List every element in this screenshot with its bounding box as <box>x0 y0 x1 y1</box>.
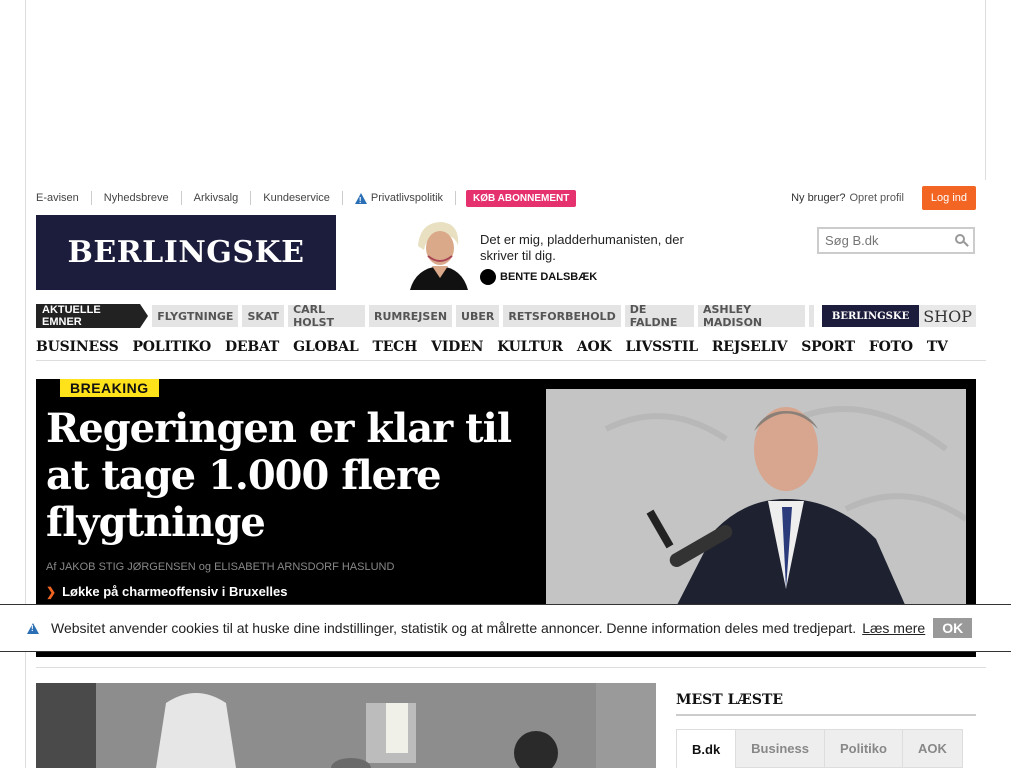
nav-business[interactable]: BUSINESS <box>36 339 119 355</box>
search-box <box>817 227 975 254</box>
columnist-photo <box>402 216 474 290</box>
link-e-avisen[interactable]: E-avisen <box>36 191 92 205</box>
section-divider <box>36 667 986 668</box>
most-read-panel: MEST LÆSTE <box>676 692 976 716</box>
nav-tv[interactable]: TV <box>927 339 948 355</box>
nav-tech[interactable]: TECH <box>372 339 417 355</box>
shop-brand: BERLINGSKE <box>821 305 920 327</box>
columnist-badge-icon <box>480 269 496 285</box>
search-icon[interactable] <box>955 234 965 244</box>
ad-space <box>0 0 1024 768</box>
hero-headline[interactable]: Regeringen er klar til at tage 1.000 fle… <box>46 405 536 546</box>
columnist-byline: BENTE DALSBÆK <box>480 269 597 285</box>
most-read-tabs: B.dk Business Politiko AOK <box>676 729 963 768</box>
nav-debat[interactable]: DEBAT <box>225 339 279 355</box>
new-user-label: Ny bruger? <box>791 192 846 204</box>
berlingske-logo[interactable]: BERLINGSKE <box>36 215 336 290</box>
columnist-quote: Det er mig, pladderhumanisten, der skriv… <box>480 232 684 263</box>
tab-aok[interactable]: AOK <box>901 729 963 768</box>
nav-politiko[interactable]: POLITIKO <box>132 339 211 355</box>
nav-viden[interactable]: VIDEN <box>431 339 483 355</box>
privacy-label: Privatlivspolitik <box>370 192 444 204</box>
link-nyhedsbreve[interactable]: Nyhedsbreve <box>92 191 182 205</box>
shop-label: SHOP <box>919 305 976 327</box>
tab-politiko[interactable]: Politiko <box>823 729 902 768</box>
subscribe-button[interactable]: KØB ABONNEMENT <box>466 189 577 207</box>
nav-global[interactable]: GLOBAL <box>293 339 359 355</box>
columnist-name: BENTE DALSBÆK <box>500 271 598 283</box>
link-kundeservice[interactable]: Kundeservice <box>251 191 343 205</box>
user-area: Ny bruger? Opret profil Log ind <box>791 186 976 210</box>
most-read-title: MEST LÆSTE <box>676 692 976 716</box>
nav-sport[interactable]: SPORT <box>801 339 855 355</box>
nav-livsstil[interactable]: LIVSSTIL <box>625 339 698 355</box>
topic-uber[interactable]: UBER <box>456 305 500 327</box>
chevron-right-icon: ❯ <box>46 584 57 599</box>
sections-nav: BUSINESS POLITIKO DEBAT GLOBAL TECH VIDE… <box>36 333 986 361</box>
hero-related-label: Løkke på charmeoffensiv i Bruxelles <box>62 584 288 599</box>
topic-ashley-madison[interactable]: ASHLEY MADISON <box>697 303 805 329</box>
nav-rejseliv[interactable]: REJSELIV <box>712 339 788 355</box>
hero-photo[interactable] <box>546 389 966 607</box>
cookie-read-more-link[interactable]: Læs mere <box>862 620 925 636</box>
info-warning-icon <box>27 622 39 634</box>
topic-carl-holst[interactable]: CARL HOLST <box>288 303 365 329</box>
tab-bdk[interactable]: B.dk <box>676 729 736 768</box>
search-input[interactable] <box>819 229 944 252</box>
topic-rumrejsen[interactable]: RUMREJSEN <box>368 305 453 327</box>
topic-skat[interactable]: SKAT <box>242 305 285 327</box>
topic-de-faldne[interactable]: DE FALDNE <box>624 303 694 329</box>
columnist-promo[interactable]: Det er mig, pladderhumanisten, der skriv… <box>402 214 702 292</box>
topic-retsforbehold[interactable]: RETSFORBEHOLD <box>503 305 621 327</box>
feature-article-photo[interactable] <box>36 683 656 768</box>
link-privacy[interactable]: Privatlivspolitik <box>343 191 457 208</box>
nav-foto[interactable]: FOTO <box>869 339 913 355</box>
create-profile-link[interactable]: Opret profil <box>849 192 903 204</box>
topics-label: AKTUELLE EMNER <box>36 304 149 328</box>
login-button[interactable]: Log ind <box>921 186 976 210</box>
topics-bar: AKTUELLE EMNER FLYGTNINGE SKAT CARL HOLS… <box>36 303 976 329</box>
nav-aok[interactable]: AOK <box>577 339 612 355</box>
tab-business[interactable]: Business <box>735 729 824 768</box>
link-arkivsalg[interactable]: Arkivsalg <box>182 191 252 205</box>
topic-flygtninge[interactable]: FLYGTNINGE <box>152 305 239 327</box>
warning-icon <box>354 192 367 208</box>
nav-kultur[interactable]: KULTUR <box>497 339 563 355</box>
cookie-text: Websitet anvender cookies til at huske d… <box>51 620 857 636</box>
page-border-left <box>25 0 26 768</box>
page-border-right <box>985 0 986 180</box>
hero-related-link[interactable]: ❯ Løkke på charmeoffensiv i Bruxelles <box>46 584 288 599</box>
utility-bar: E-avisen Nyhedsbreve Arkivsalg Kundeserv… <box>36 186 976 210</box>
topics-separator <box>808 305 814 327</box>
cookie-banner: Websitet anvender cookies til at huske d… <box>0 604 1011 652</box>
cookie-ok-button[interactable]: OK <box>933 618 973 638</box>
shop-link[interactable]: BERLINGSKE SHOP <box>821 305 976 327</box>
breaking-badge: BREAKING <box>60 379 159 397</box>
hero-authors: Af JAKOB STIG JØRGENSEN og ELISABETH ARN… <box>46 561 395 573</box>
